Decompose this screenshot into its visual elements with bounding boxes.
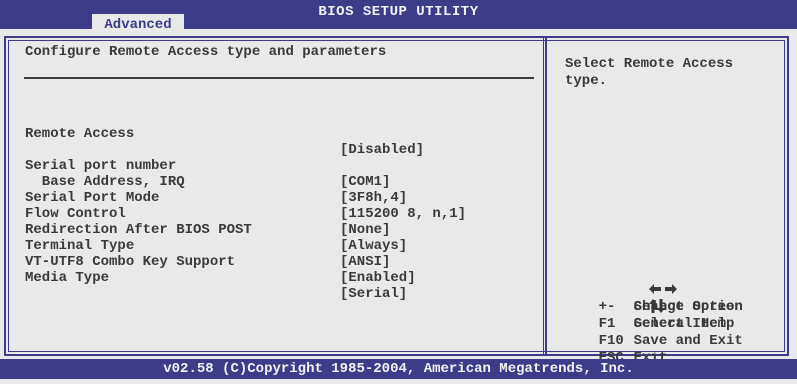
setting-label: Serial Port Mode [25, 190, 160, 206]
setting-value[interactable]: [ANSI] [340, 254, 390, 270]
help-description: Select Remote Access type. [565, 56, 734, 89]
key-legend-row: +- Change Option [565, 282, 743, 315]
key-legend-row: Select Item [565, 265, 743, 332]
setting-row-media-type[interactable]: Media Type [Serial] [0, 254, 407, 318]
tab-advanced[interactable]: Advanced [92, 14, 184, 36]
setting-label: Base Address, IRQ [25, 174, 185, 190]
setting-value[interactable]: [Disabled] [340, 142, 424, 158]
setting-value[interactable]: [Serial] [340, 286, 407, 302]
setting-label: Terminal Type [25, 238, 135, 254]
key-legend-row: F10 Save and Exit [565, 316, 743, 349]
key-legend-row: ESC Exit [565, 333, 743, 366]
setting-value[interactable]: [None] [340, 222, 390, 238]
setting-label: Redirection After BIOS POST [25, 222, 252, 238]
setting-label: VT-UTF8 Combo Key Support [25, 254, 236, 270]
setting-label: Flow Control [25, 206, 126, 222]
panel-divider [543, 36, 547, 356]
setting-value[interactable]: [115200 8, n,1] [340, 206, 466, 222]
setting-label: Serial port number [25, 158, 177, 174]
key-legend: Select Screen Select Item +- Change Optio… [565, 248, 743, 366]
setting-value[interactable]: [Always] [340, 238, 407, 254]
setting-label: Media Type [25, 270, 110, 286]
heading-divider [24, 77, 534, 79]
setting-value: [3F8h,4] [340, 190, 408, 206]
setting-value[interactable]: [Enabled] [340, 270, 416, 286]
copyright-footer: v02.58 (C)Copyright 1985-2004, American … [0, 359, 797, 379]
setting-value[interactable]: [COM1] [340, 174, 390, 190]
key-legend-row: F1 General Help [565, 299, 743, 332]
setting-label: Remote Access [25, 126, 135, 142]
key-legend-row: Select Screen [565, 248, 743, 315]
page-heading: Configure Remote Access type and paramet… [25, 44, 387, 60]
